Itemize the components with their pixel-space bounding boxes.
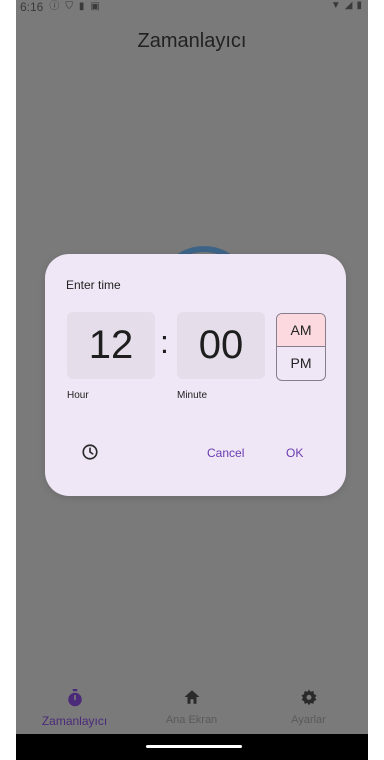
photo-icon: ▣ — [90, 1, 100, 12]
nav-item-ayarlar[interactable]: Ayarlar — [250, 676, 367, 734]
signal-icon: ◢ — [344, 0, 353, 11]
nav-item-zamanlayici[interactable]: Zamanlayıcı — [16, 676, 133, 734]
bottom-navigation: Zamanlayıcı Ana Ekran Ayarlar — [16, 676, 368, 734]
clock-icon[interactable] — [81, 443, 99, 461]
phone-screen: 6:16 ⓘ ⛉ ▮ ▣ ▼ ◢ ▮ Zamanlayıcı Enter tim… — [16, 0, 368, 760]
nav-item-ana-ekran[interactable]: Ana Ekran — [133, 676, 250, 734]
am-pm-toggle: AM PM — [276, 313, 326, 381]
time-picker-dialog: Enter time 12 : 00 Hour Minute AM PM Can… — [45, 254, 346, 496]
system-navigation-bar — [16, 734, 368, 760]
minute-label: Minute — [177, 390, 208, 401]
hour-label: Hour — [67, 390, 89, 401]
nav-label-ayarlar: Ayarlar — [291, 714, 326, 726]
am-button[interactable]: AM — [277, 314, 325, 347]
status-left: 6:16 ⓘ ⛉ ▮ ▣ — [20, 0, 100, 14]
info-icon: ⓘ — [49, 1, 60, 12]
app-title: Zamanlayıcı — [137, 30, 247, 52]
cancel-button[interactable]: Cancel — [207, 446, 244, 460]
wifi-icon: ▼ — [330, 0, 341, 11]
nav-label-zamanlayici: Zamanlayıcı — [41, 714, 108, 728]
ok-button[interactable]: OK — [286, 446, 303, 460]
nav-label-ana-ekran: Ana Ekran — [165, 714, 218, 726]
hour-field[interactable]: 12 — [67, 312, 155, 379]
minute-field[interactable]: 00 — [177, 312, 265, 379]
shield-icon: ⛉ — [65, 1, 73, 12]
home-indicator[interactable] — [146, 745, 242, 748]
pm-button[interactable]: PM — [277, 347, 325, 379]
status-time: 6:16 — [20, 0, 44, 14]
status-bar: 6:16 ⓘ ⛉ ▮ ▣ ▼ ◢ ▮ — [16, 0, 368, 18]
home-icon — [133, 688, 250, 706]
sim-card-icon: ▮ — [78, 1, 85, 12]
status-right: ▼ ◢ ▮ — [331, 0, 362, 12]
dialog-title: Enter time — [66, 278, 121, 292]
gear-icon — [250, 688, 367, 706]
stopwatch-icon — [16, 688, 133, 708]
battery-icon: ▮ — [356, 0, 362, 11]
time-separator: : — [160, 324, 169, 360]
